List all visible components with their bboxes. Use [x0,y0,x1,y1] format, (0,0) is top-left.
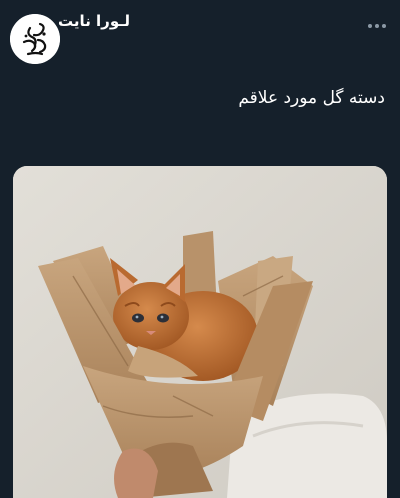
tweet-card: لـورا نایت دسته گل مورد علاقم [0,0,400,498]
dot [382,24,386,28]
dot [375,24,379,28]
tweet-text: دسته گل مورد علاقم [238,88,385,108]
calligraphy-logo-icon [10,14,60,64]
avatar[interactable] [10,14,60,64]
author-display-name[interactable]: لـورا نایت [58,12,130,30]
photo-icon [13,166,387,498]
dot [368,24,372,28]
tweet-photo[interactable] [13,166,387,498]
more-options-icon[interactable] [368,22,386,30]
